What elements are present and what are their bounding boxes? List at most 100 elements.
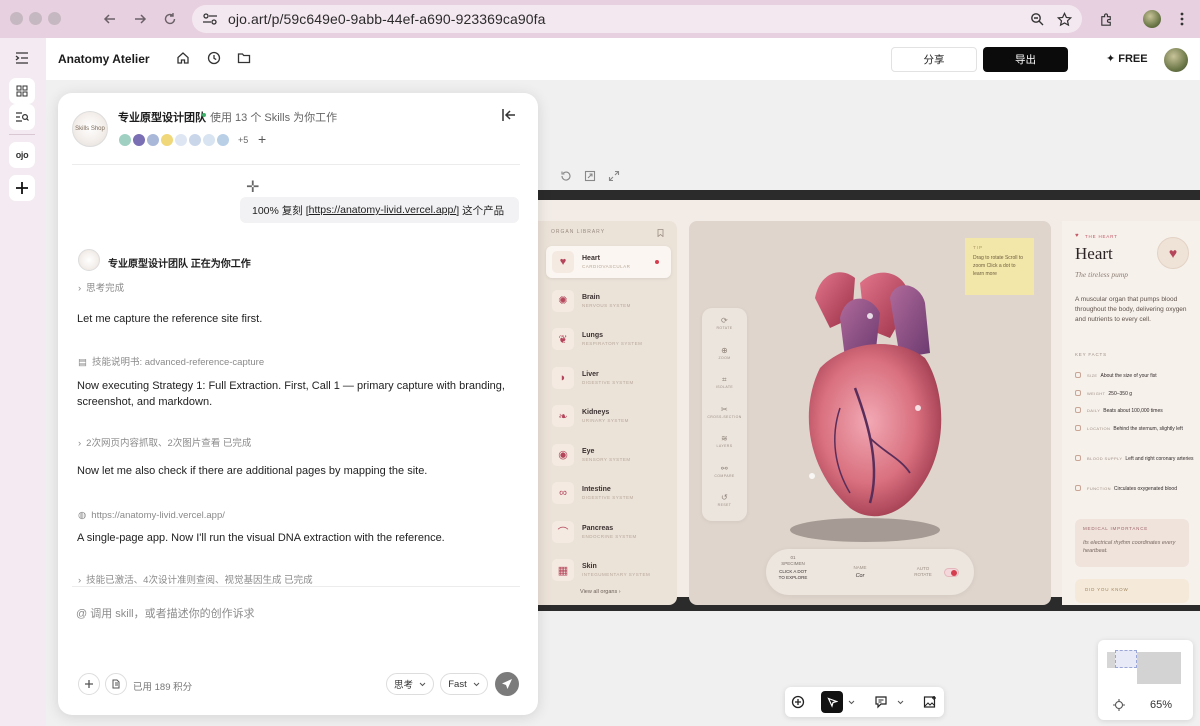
reload-icon[interactable] <box>160 9 180 29</box>
comment-tool-icon[interactable] <box>872 693 890 711</box>
fact-row: DAILY Beats about 100,000 times <box>1075 406 1195 416</box>
search-list-icon[interactable] <box>9 104 35 130</box>
profile-avatar[interactable] <box>1143 10 1161 28</box>
tool-cross-section[interactable]: ✂ CROSS-SECTION <box>702 405 747 419</box>
history-icon[interactable] <box>207 51 223 67</box>
ojo-logo-button[interactable]: ojo <box>9 142 35 168</box>
heart-thumbnail-icon: ♥ <box>1157 237 1189 269</box>
select-tool-icon[interactable] <box>821 691 843 713</box>
skill-picker-icon[interactable] <box>105 673 127 695</box>
chevron-down-icon[interactable] <box>895 693 905 711</box>
globe-icon: ◍ <box>78 510 87 521</box>
skill-avatar[interactable] <box>202 133 216 147</box>
fact-icon <box>1075 425 1081 431</box>
image-tool-icon[interactable] <box>921 693 939 711</box>
toggle-sidebar-icon[interactable] <box>9 45 35 71</box>
info-description: A muscular organ that pumps blood throug… <box>1075 296 1187 323</box>
chevron-right-icon: › <box>78 283 82 294</box>
chevron-down-icon[interactable] <box>846 693 856 711</box>
address-bar[interactable]: ojo.art/p/59c649e0-9abb-44ef-a690-923369… <box>192 5 1082 33</box>
organ-item-pancreas[interactable]: ⌒ Pancreas ENDOCRINE SYSTEM <box>546 516 671 548</box>
plan-badge[interactable]: ✦ FREE <box>1106 52 1148 65</box>
organ-item-kidneys[interactable]: ❧ Kidneys URINARY SYSTEM <box>546 400 671 432</box>
step-status[interactable]: ▤ 技能说明书: advanced-reference-capture <box>78 355 508 371</box>
info-subtitle: The tireless pump <box>1075 270 1129 279</box>
move-cursor-icon: ✛ <box>246 179 260 196</box>
specimen-number: 01 SPECIMEN <box>781 555 805 566</box>
organ-item-eye[interactable]: ◉ Eye SENSORY SYSTEM <box>546 439 671 471</box>
page-zoom-icon[interactable] <box>1027 9 1047 29</box>
add-element-icon[interactable] <box>789 693 807 711</box>
organ-item-heart[interactable]: ♥ Heart CARDIOVASCULAR <box>546 246 671 278</box>
attach-icon[interactable] <box>78 673 100 695</box>
skill-extra-count[interactable]: +5 <box>238 135 248 145</box>
project-title[interactable]: Anatomy Atelier <box>58 52 150 66</box>
tip-title: TIP <box>973 245 984 250</box>
window-zoom-button[interactable] <box>48 12 61 25</box>
step-status[interactable]: › 2次网页内容抓取、2次图片查看 已完成 <box>78 436 508 452</box>
skill-avatar[interactable] <box>160 133 174 147</box>
organ-item-skin[interactable]: ▦ Skin INTEGUMENTARY SYSTEM <box>546 554 671 586</box>
add-icon[interactable] <box>9 175 35 201</box>
user-avatar[interactable] <box>1164 48 1188 72</box>
organ-item-intestine[interactable]: ∞ Intestine DIGESTIVE SYSTEM <box>546 477 671 509</box>
locate-icon[interactable] <box>1113 699 1125 711</box>
organ-name: Intestine <box>582 486 611 493</box>
add-skill-icon[interactable]: + <box>258 131 266 147</box>
skill-avatar[interactable] <box>146 133 160 147</box>
grid-view-icon[interactable] <box>9 78 35 104</box>
bookmark-star-icon[interactable] <box>1054 9 1074 29</box>
tool-compare[interactable]: ⚯ COMPARE <box>702 464 747 478</box>
send-button[interactable] <box>495 672 519 696</box>
user-message-link[interactable]: https://anatomy-livid.vercel.app/ <box>309 204 457 216</box>
skill-avatar[interactable] <box>216 133 230 147</box>
step-status[interactable]: ◍ https://anatomy-livid.vercel.app/ <box>78 508 508 524</box>
medical-title: MEDICAL IMPORTANCE <box>1083 526 1149 531</box>
organ-item-brain[interactable]: ✺ Brain NERVOUS SYSTEM <box>546 285 671 317</box>
home-icon[interactable] <box>176 51 192 67</box>
organ-icon: ◉ <box>552 443 574 466</box>
skill-avatar[interactable] <box>188 133 202 147</box>
zoom-level[interactable]: 65% <box>1150 699 1172 711</box>
skill-avatar[interactable] <box>118 133 132 147</box>
forward-icon[interactable] <box>130 9 150 29</box>
skill-avatar[interactable] <box>132 133 146 147</box>
skill-avatar[interactable] <box>174 133 188 147</box>
tool-zoom[interactable]: ⊕ ZOOM <box>702 346 747 360</box>
tip-note: TIP Drag to rotate Scroll to zoom Click … <box>965 238 1034 295</box>
back-icon[interactable] <box>100 9 120 29</box>
extensions-icon[interactable] <box>1096 9 1116 29</box>
site-settings-icon[interactable] <box>202 12 218 26</box>
organ-icon: ❦ <box>552 328 574 350</box>
window-minimize-button[interactable] <box>29 12 42 25</box>
rotate-frame-icon[interactable] <box>560 170 572 182</box>
organ-name: Lungs <box>582 332 603 339</box>
window-close-button[interactable] <box>10 12 23 25</box>
tool-reset[interactable]: ↺ RESET <box>702 493 747 507</box>
tool-layers[interactable]: ≋ LAYERS <box>702 434 747 448</box>
specimen-name-value: Cor <box>855 573 865 579</box>
tool-rotate[interactable]: ⟳ ROTATE <box>702 316 747 330</box>
organ-library-title: ORGAN LIBRARY <box>551 229 606 235</box>
organ-item-liver[interactable]: ◗ Liver DIGESTIVE SYSTEM <box>546 362 671 394</box>
team-status: 使用 13 个 Skills 为你工作 <box>210 112 338 124</box>
expand-frame-icon[interactable] <box>608 170 620 182</box>
speed-select[interactable]: Fast <box>440 673 488 695</box>
export-button[interactable]: 导出 <box>983 47 1068 72</box>
tool-isolate[interactable]: ⌗ ISOLATE <box>702 375 747 389</box>
browser-menu-icon[interactable] <box>1172 9 1192 29</box>
organ-item-lungs[interactable]: ❦ Lungs RESPIRATORY SYSTEM <box>546 323 671 355</box>
auto-rotate-toggle[interactable] <box>944 568 959 577</box>
chat-input[interactable]: @ 调用 skill，或者描述你的创作诉求 <box>76 605 255 621</box>
folder-icon[interactable] <box>237 51 253 67</box>
step-status[interactable]: › 思考完成 <box>78 281 508 297</box>
organ-name: Heart <box>582 255 600 262</box>
bookmark-icon[interactable] <box>657 229 664 237</box>
mode-select[interactable]: 思考 <box>386 673 434 695</box>
share-button[interactable]: 分享 <box>891 47 977 72</box>
resize-frame-icon[interactable] <box>584 170 596 182</box>
collapse-panel-icon[interactable] <box>501 107 517 123</box>
heart-tag-icon: ♥ <box>1075 233 1079 239</box>
view-all-organs-link[interactable]: View all organs › <box>580 589 621 595</box>
heart-3d-model[interactable] <box>760 258 970 548</box>
